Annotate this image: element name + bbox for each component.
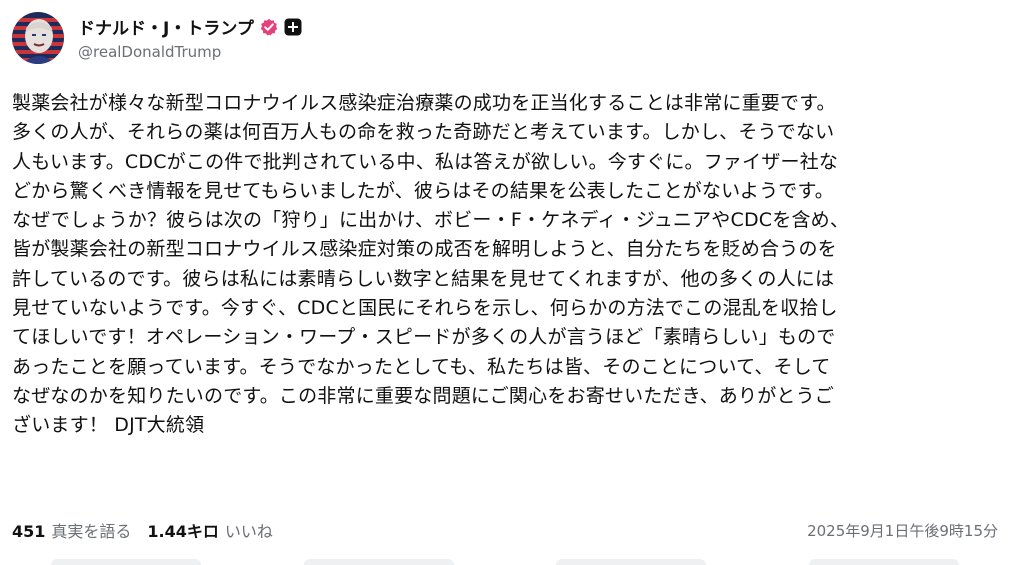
retruths-stat[interactable]: 451 真実を語る xyxy=(12,518,131,542)
verified-badge-icon xyxy=(260,18,278,36)
author-display-name[interactable]: ドナルド・J・トランプ xyxy=(78,14,254,39)
retruths-count: 451 xyxy=(12,522,46,541)
likes-label: いいね xyxy=(224,522,273,541)
reply-button[interactable] xyxy=(51,559,202,565)
plus-icon[interactable] xyxy=(284,18,302,36)
action-bar xyxy=(0,559,1010,565)
avatar[interactable] xyxy=(12,12,64,64)
author-identity: ドナルド・J・トランプ @realDonaldTrump xyxy=(78,16,302,61)
likes-stat[interactable]: 1.44キロ いいね xyxy=(147,518,273,542)
name-row: ドナルド・J・トランプ xyxy=(78,14,302,39)
post-card: ドナルド・J・トランプ @realDonaldTrump 製薬会社が様々な新型コ… xyxy=(0,0,1010,565)
share-button[interactable] xyxy=(808,559,959,565)
post-header: ドナルド・J・トランプ @realDonaldTrump xyxy=(12,12,302,64)
post-timestamp[interactable]: 2025年9月1日午後9時15分 xyxy=(807,520,998,541)
retruths-label: 真実を語る xyxy=(51,522,132,541)
author-handle[interactable]: @realDonaldTrump xyxy=(78,43,302,61)
like-button[interactable] xyxy=(556,559,707,565)
avatar-image xyxy=(12,12,64,64)
post-body-text: 製薬会社が様々な新型コロナウイルス感染症治療薬の成功を正当化することは非常に重要… xyxy=(12,92,850,437)
likes-count: 1.44キロ xyxy=(147,522,219,541)
retruth-button[interactable] xyxy=(303,559,454,565)
post-stats: 451 真実を語る 1.44キロ いいね 2025年9月1日午後9時15分 xyxy=(12,518,998,542)
